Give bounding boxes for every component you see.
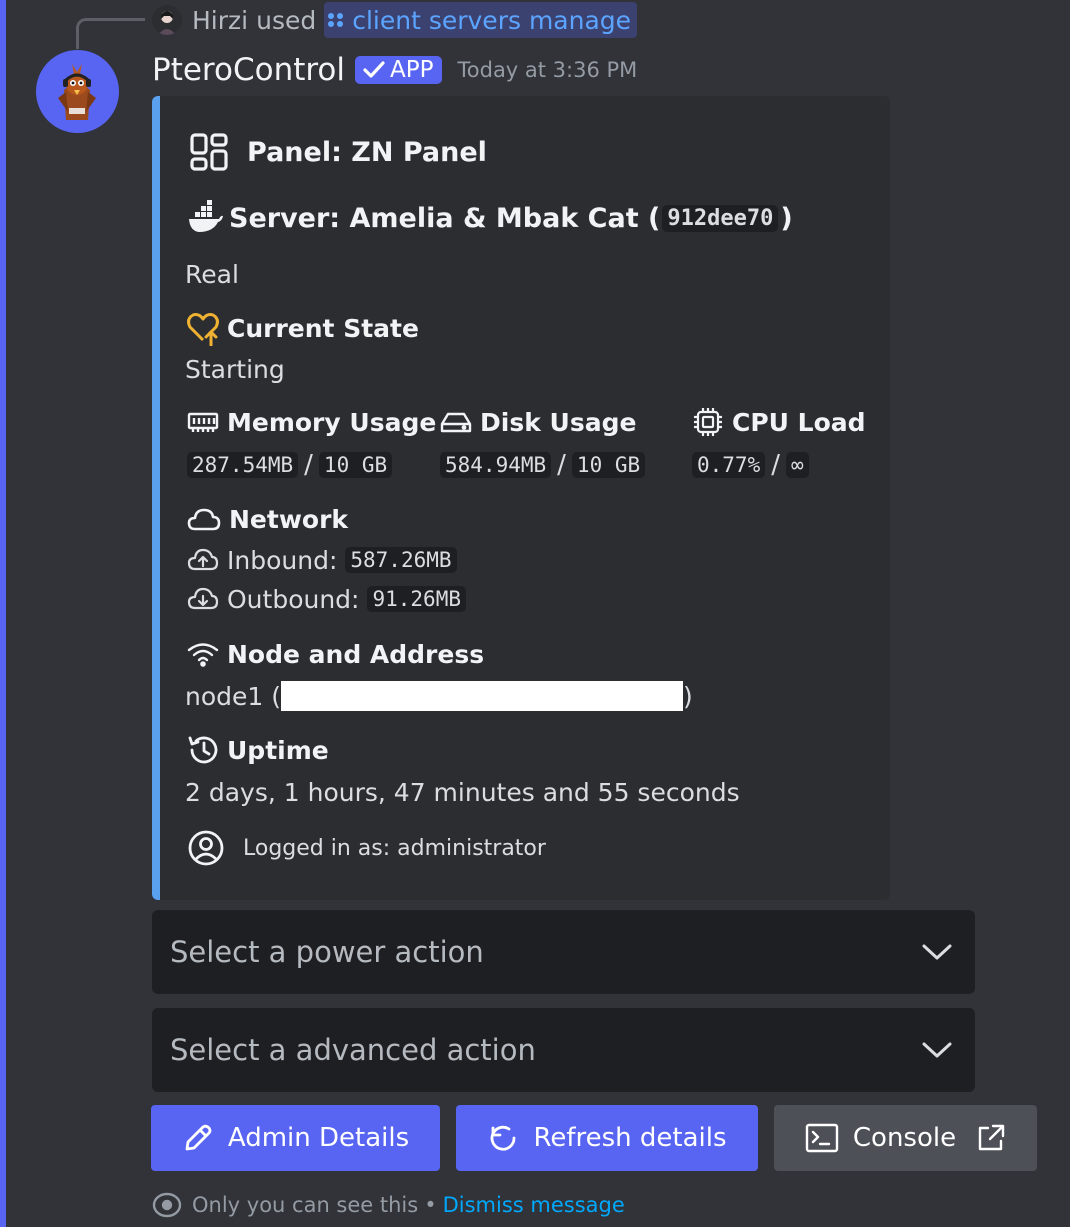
state-heading: Current State bbox=[185, 310, 419, 346]
user-avatar[interactable] bbox=[152, 5, 182, 35]
terminal-icon bbox=[805, 1123, 839, 1153]
server-heading: Server: Amelia & Mbak Cat ( 912dee70 ) bbox=[187, 196, 793, 240]
cpu-used: 0.77% bbox=[692, 452, 766, 478]
memory-separator: / bbox=[304, 450, 313, 480]
admin-details-button[interactable]: Admin Details bbox=[151, 1105, 440, 1171]
power-select-placeholder: Select a power action bbox=[170, 935, 484, 969]
heart-icon bbox=[185, 310, 221, 346]
uptime-title: Uptime bbox=[227, 735, 329, 765]
node-heading: Node and Address bbox=[187, 636, 484, 672]
chevron-down-icon bbox=[921, 1040, 953, 1060]
memory-title: Memory Usage bbox=[227, 407, 437, 437]
pencil-icon bbox=[182, 1122, 214, 1154]
command-mention[interactable]: client servers manage bbox=[324, 2, 638, 38]
admin-details-label: Admin Details bbox=[227, 1123, 410, 1153]
invoking-user-name[interactable]: Hirzi bbox=[192, 6, 248, 35]
disk-total: 10 GB bbox=[571, 452, 646, 478]
cloud-upload-icon bbox=[187, 547, 219, 573]
advanced-action-select[interactable]: Select a advanced action bbox=[152, 1008, 975, 1092]
disk-values: 584.94MB / 10 GB bbox=[440, 448, 646, 482]
cpu-values: 0.77% / ∞ bbox=[692, 448, 809, 482]
node-address: node1 ( ) bbox=[185, 678, 693, 714]
panel-heading: Panel: ZN Panel bbox=[189, 132, 487, 172]
command-reply-connector bbox=[76, 18, 145, 49]
message-header: PteroControl APP Today at 3:36 PM bbox=[152, 50, 637, 90]
power-action-select[interactable]: Select a power action bbox=[152, 910, 975, 994]
server-close-paren: ) bbox=[780, 202, 793, 234]
server-info-embed: Panel: ZN Panel Server: Amelia & Mbak Ca… bbox=[152, 96, 890, 900]
cloud-download-icon bbox=[187, 586, 219, 612]
history-icon bbox=[187, 733, 221, 767]
cpu-separator: / bbox=[771, 450, 780, 480]
disk-separator: / bbox=[557, 450, 566, 480]
node-suffix: ) bbox=[683, 681, 693, 711]
memory-used: 287.54MB bbox=[187, 452, 299, 478]
node-prefix: node1 ( bbox=[185, 681, 281, 711]
disk-used: 584.94MB bbox=[440, 452, 552, 478]
server-id: 912dee70 bbox=[662, 204, 779, 232]
inbound-value: 587.26MB bbox=[345, 547, 457, 573]
ephemeral-text: Only you can see this bbox=[192, 1193, 419, 1217]
server-name: Server: Amelia & Mbak Cat ( bbox=[229, 202, 661, 234]
command-invocation: Hirzi used client servers manage bbox=[152, 2, 638, 38]
memory-icon bbox=[187, 410, 219, 434]
network-inbound: Inbound: 587.26MB bbox=[187, 542, 457, 578]
outbound-label: Outbound: bbox=[227, 584, 360, 614]
chevron-down-icon bbox=[921, 942, 953, 962]
hard-drive-icon bbox=[440, 410, 472, 434]
cpu-total: ∞ bbox=[785, 452, 809, 478]
invocation-verb: used bbox=[256, 5, 317, 35]
app-badge-label: APP bbox=[390, 57, 434, 83]
server-description: Real bbox=[185, 259, 239, 289]
wifi-icon bbox=[187, 641, 219, 667]
slash-command-icon bbox=[328, 13, 344, 27]
uptime-value: 2 days, 1 hours, 47 minutes and 55 secon… bbox=[185, 777, 740, 807]
docker-icon bbox=[187, 200, 223, 236]
cpu-icon bbox=[692, 406, 724, 438]
network-outbound: Outbound: 91.26MB bbox=[187, 581, 466, 617]
message-timestamp[interactable]: Today at 3:36 PM bbox=[458, 58, 638, 82]
user-circle-icon bbox=[187, 829, 225, 867]
cpu-heading: CPU Load bbox=[692, 404, 866, 440]
memory-total: 10 GB bbox=[318, 452, 393, 478]
dismiss-message-link[interactable]: Dismiss message bbox=[443, 1193, 625, 1217]
memory-heading: Memory Usage bbox=[187, 404, 436, 440]
disk-title: Disk Usage bbox=[480, 407, 637, 437]
dashboard-icon bbox=[189, 132, 229, 172]
disk-heading: Disk Usage bbox=[440, 404, 636, 440]
redacted-address bbox=[281, 681, 683, 711]
uptime-heading: Uptime bbox=[187, 732, 329, 768]
state-title: Current State bbox=[227, 313, 419, 343]
eye-icon bbox=[152, 1192, 182, 1218]
outbound-value: 91.26MB bbox=[367, 586, 466, 612]
state-value: Starting bbox=[185, 354, 285, 384]
message-highlight-rail bbox=[0, 0, 6, 1227]
external-link-icon bbox=[976, 1123, 1006, 1153]
refresh-details-label: Refresh details bbox=[533, 1123, 727, 1153]
bot-avatar[interactable] bbox=[36, 50, 119, 133]
network-title: Network bbox=[229, 504, 349, 534]
bot-name[interactable]: PteroControl bbox=[152, 52, 345, 88]
memory-values: 287.54MB / 10 GB bbox=[187, 448, 393, 482]
cpu-title: CPU Load bbox=[732, 407, 866, 437]
ephemeral-separator: • bbox=[424, 1193, 437, 1217]
console-label: Console bbox=[852, 1123, 957, 1153]
advanced-select-placeholder: Select a advanced action bbox=[170, 1033, 536, 1067]
refresh-details-button[interactable]: Refresh details bbox=[456, 1105, 758, 1171]
refresh-icon bbox=[487, 1122, 519, 1154]
inbound-label: Inbound: bbox=[227, 545, 338, 575]
command-name: client servers manage bbox=[352, 5, 632, 35]
panel-name: Panel: ZN Panel bbox=[247, 136, 487, 168]
console-button[interactable]: Console bbox=[774, 1105, 1037, 1171]
node-title: Node and Address bbox=[227, 639, 485, 669]
cloud-icon bbox=[187, 506, 221, 532]
embed-footer: Logged in as: administrator bbox=[187, 829, 546, 867]
app-badge: APP bbox=[355, 56, 442, 84]
footer-text: Logged in as: administrator bbox=[243, 835, 546, 861]
ephemeral-notice: Only you can see this • Dismiss message bbox=[152, 1190, 625, 1220]
network-heading: Network bbox=[187, 501, 348, 537]
verified-check-icon bbox=[363, 61, 385, 78]
